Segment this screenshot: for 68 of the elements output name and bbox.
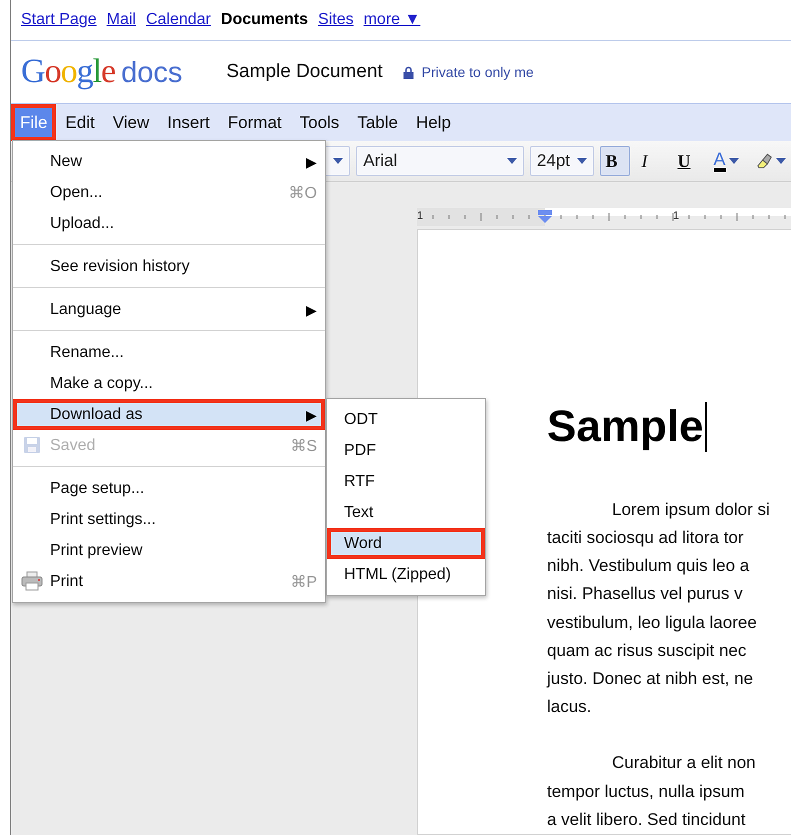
paragraph-line: justo. Donec at nibh est, ne [547,668,754,690]
menu-item[interactable]: Page setup... [13,473,325,504]
lock-icon [402,66,414,78]
paragraph-line: Curabitur a elit non [611,752,756,774]
menu-item[interactable]: Make a copy... [13,368,325,399]
highlighter-icon [756,153,773,169]
menu-bar-item[interactable]: Format [218,104,291,141]
menu-item[interactable]: Upload... [13,208,325,239]
menu-bar-item[interactable]: Tools [290,104,348,141]
paragraph-line: nisi. Phasellus vel purus v [547,583,743,606]
font-dropdown[interactable]: Arial [356,146,524,176]
nav-link[interactable]: more ▼ [364,11,420,29]
menu-item[interactable]: Print settings... [13,504,325,535]
caret-icon [728,158,739,164]
menu-item[interactable]: Rename... [13,337,325,368]
caret-icon [506,158,517,164]
ruler-label: 1 [673,210,680,222]
submenu-arrow: ▶ [306,154,317,170]
bold-button[interactable]: B [600,146,630,176]
printer-icon [21,571,43,591]
paragraph-line: taciti sociosqu ad litora tor [547,526,744,549]
shortcut-label: ⌘P [290,572,317,592]
menu-bar-item[interactable]: Help [406,104,460,141]
logo: Google docs [21,53,182,91]
menu-item[interactable]: Language ▶ [13,294,325,325]
submenu-item[interactable]: PDF [327,435,485,466]
document-title: Sample Document [226,61,383,83]
caret-icon [776,158,786,164]
menu-bar-item[interactable]: Table [348,104,407,141]
ruler-label: 1 [417,210,424,222]
paragraph-line: a velit libero. Sed tincidunt [547,808,746,831]
paragraph-line: quam ac risus suscipit nec [547,640,746,662]
submenu-item[interactable]: RTF [327,466,485,497]
menu-item[interactable]: Download as ▶ [13,399,325,430]
shortcut-label: ⌘O [288,184,317,202]
submenu-item[interactable]: Text [327,497,485,528]
paragraph-line: vestibulum, leo ligula laoree [547,612,757,634]
italic-button[interactable]: I [636,146,666,176]
menu-bar-item[interactable]: View [104,104,158,141]
nav-link[interactable]: Calendar [146,11,211,29]
caret-icon [576,158,587,164]
submenu-item[interactable]: ODT [327,404,485,435]
menu-item[interactable]: Print ⌘P [13,566,325,597]
menu-item[interactable]: See revision history [13,251,325,282]
text-color-button[interactable]: A [708,146,744,176]
submenu-arrow: ▶ [306,406,317,422]
nav-link[interactable]: Mail [106,11,136,29]
paragraph-line: Lorem ipsum dolor si [611,498,770,521]
nav-link[interactable]: Start Page [21,11,97,29]
sharing-status[interactable]: Private to only me [422,64,534,80]
font-size-dropdown[interactable]: 24pt [530,146,594,176]
caret-icon [333,158,344,164]
document-heading: Sample [547,402,707,452]
underline-button[interactable]: U [672,146,702,176]
submenu-item[interactable]: Word [327,528,485,559]
menu-item[interactable]: Open... ⌘O [13,177,325,208]
submenu-arrow: ▶ [306,302,317,318]
menu-item[interactable]: Print preview [13,535,325,566]
menu-bar-item[interactable]: Insert [158,104,219,141]
paragraph-line: lacus. [547,696,592,718]
submenu-item[interactable]: HTML (Zipped) [327,559,485,590]
nav-link[interactable]: Documents [220,11,308,29]
shortcut-label: ⌘S [290,436,317,456]
nav-link[interactable]: Sites [318,11,354,29]
paragraph-line: tempor luctus, nulla ipsum [547,780,744,803]
menu-bar-item[interactable]: Edit [56,104,104,141]
menu-item[interactable]: New ▶ [13,146,325,177]
paragraph-line: nibh. Vestibulum quis leo a [547,555,750,578]
